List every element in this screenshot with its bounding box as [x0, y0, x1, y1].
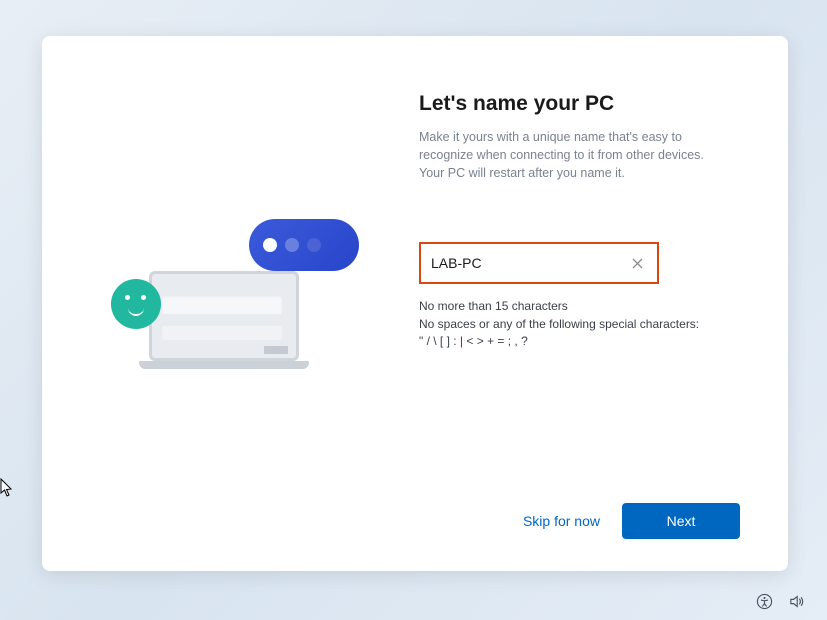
typing-bubble [249, 219, 359, 271]
content-pane: Let's name your PC Make it yours with a … [415, 36, 788, 571]
clear-input-button[interactable] [627, 253, 647, 273]
hint-line-3: " / \ [ ] : | < > + = ; , ? [419, 333, 740, 350]
oobe-card: Let's name your PC Make it yours with a … [42, 36, 788, 571]
hint-line-2: No spaces or any of the following specia… [419, 316, 740, 333]
footer-actions: Skip for now Next [419, 503, 740, 547]
laptop-base [139, 361, 309, 369]
pc-illustration [129, 239, 329, 369]
illustration-pane [42, 36, 415, 571]
mock-row [162, 326, 282, 340]
accessibility-icon[interactable] [755, 592, 773, 610]
mock-input-bar [162, 296, 282, 314]
mock-block [264, 346, 288, 354]
pc-name-input[interactable] [431, 255, 627, 271]
hint-line-1: No more than 15 characters [419, 298, 740, 315]
laptop-screen [149, 271, 299, 361]
pc-name-input-wrap [419, 242, 659, 284]
dot-icon [307, 238, 321, 252]
close-icon [632, 258, 643, 269]
input-hint: No more than 15 characters No spaces or … [419, 298, 740, 350]
dot-icon [263, 238, 277, 252]
next-button[interactable]: Next [622, 503, 740, 539]
skip-link[interactable]: Skip for now [523, 513, 600, 529]
dot-icon [285, 238, 299, 252]
page-subtitle: Make it yours with a unique name that's … [419, 128, 740, 182]
mouse-cursor-icon [0, 478, 14, 498]
smiley-face-icon [111, 279, 161, 329]
page-title: Let's name your PC [419, 92, 740, 116]
system-tray [755, 592, 805, 610]
volume-icon[interactable] [787, 592, 805, 610]
